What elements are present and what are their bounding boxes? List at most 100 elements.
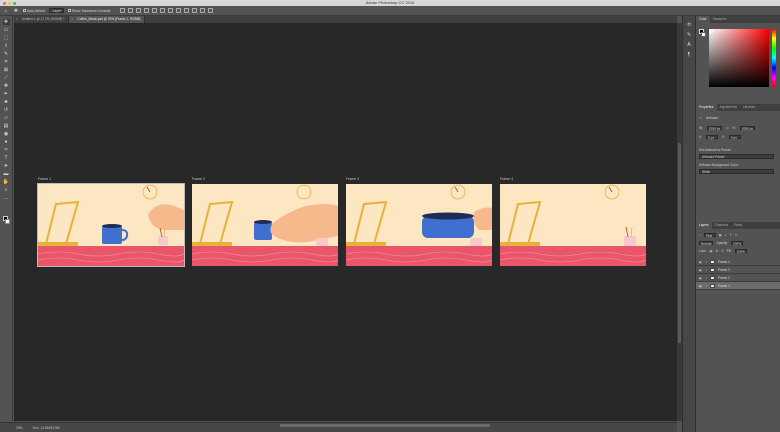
align-top-icon[interactable]	[120, 8, 126, 13]
lock-pixels-icon[interactable]: ▦	[710, 249, 713, 253]
layer-row[interactable]: ◉ › Frame 3	[696, 266, 780, 274]
horizontal-scrollbar[interactable]	[280, 424, 490, 427]
align-right-icon[interactable]	[160, 8, 166, 13]
auto-select-checkbox[interactable]: Auto-Select:	[23, 9, 45, 13]
shape-tool-icon[interactable]: ▬	[3, 171, 10, 177]
layer-row[interactable]: ◉ › Frame 2	[696, 274, 780, 282]
layer-row[interactable]: ◉ › Frame 4	[696, 258, 780, 266]
background-color-chip[interactable]	[701, 32, 706, 37]
artboard-frame-3[interactable]	[346, 184, 492, 266]
visibility-eye-icon[interactable]: ◉	[699, 260, 703, 264]
frame-label[interactable]: Frame 3	[346, 177, 359, 181]
search-icon[interactable]: ⌕	[699, 233, 701, 237]
path-select-tool-icon[interactable]: ➤	[3, 163, 10, 169]
background-color-swatch[interactable]	[5, 219, 10, 224]
visibility-eye-icon[interactable]: ◉	[699, 268, 703, 272]
expand-chevron-icon[interactable]: ›	[706, 268, 707, 272]
link-icon[interactable]: ∞	[726, 126, 728, 130]
move-tool-icon[interactable]: ✥	[13, 8, 19, 14]
opacity-field[interactable]: 100%	[730, 241, 744, 246]
close-tab-icon[interactable]: ×	[16, 16, 18, 23]
3d-mode-icon[interactable]	[200, 8, 206, 13]
show-transform-checkbox[interactable]: Show Transform Controls	[67, 9, 110, 13]
frame-label[interactable]: Frame 2	[192, 177, 205, 181]
more-tools-icon[interactable]: …	[3, 195, 10, 201]
frame-tool-icon[interactable]: ⊠	[3, 67, 10, 73]
marquee-tool-icon[interactable]: ⬚	[3, 35, 10, 41]
visibility-eye-icon[interactable]: ◉	[699, 276, 703, 280]
artboard-frame-2[interactable]	[192, 184, 338, 266]
checkbox-box[interactable]	[23, 9, 26, 12]
color-picker-cursor[interactable]	[710, 30, 713, 33]
clone-stamp-tool-icon[interactable]: ♣	[3, 99, 10, 105]
home-icon[interactable]: ⌂	[3, 8, 9, 14]
align-middle-icon[interactable]	[128, 8, 134, 13]
tab-properties[interactable]: Properties	[696, 104, 717, 111]
tab-color[interactable]: Color	[696, 16, 710, 23]
crop-tool-icon[interactable]: ⌗	[3, 59, 10, 65]
layer-name[interactable]: Frame 3	[718, 268, 730, 272]
y-field[interactable]: 0 px	[728, 135, 741, 140]
history-panel-icon[interactable]: ⟲	[686, 22, 693, 28]
dodge-tool-icon[interactable]: ●	[3, 139, 10, 145]
hue-slider[interactable]	[772, 29, 776, 87]
blur-tool-icon[interactable]: ◉	[3, 131, 10, 137]
brush-tool-icon[interactable]: ✒	[3, 91, 10, 97]
expand-chevron-icon[interactable]: ›	[706, 276, 707, 280]
layer-name[interactable]: Frame 2	[718, 276, 730, 280]
distribute-horizontal-icon[interactable]	[176, 8, 182, 13]
minimize-window-button[interactable]	[8, 1, 11, 5]
tab-channels[interactable]: Channels	[712, 222, 731, 229]
layer-name[interactable]: Frame 4	[718, 260, 730, 264]
close-tab-icon[interactable]: ×	[71, 16, 73, 23]
blend-mode-dropdown[interactable]: Normal	[699, 241, 714, 246]
artboard-frame-1[interactable]	[37, 183, 185, 267]
doc-size[interactable]: Doc: 14.8M/93.9M	[33, 426, 60, 430]
tab-adjustments[interactable]: Adjustments	[717, 104, 741, 111]
tab-swatches[interactable]: Swatches	[710, 16, 730, 23]
quick-select-tool-icon[interactable]: ✎	[3, 51, 10, 57]
auto-align-icon[interactable]	[192, 8, 198, 13]
gradient-tool-icon[interactable]: ▤	[3, 123, 10, 129]
frame-label[interactable]: Frame 1	[38, 177, 51, 181]
close-window-button[interactable]	[3, 1, 6, 5]
pen-tool-icon[interactable]: ✑	[3, 147, 10, 153]
width-field[interactable]: 1920 px	[706, 126, 723, 131]
visibility-eye-icon[interactable]: ◉	[699, 284, 703, 288]
tab-coffee-break[interactable]: × Coffee_Break.psd @ 25% (Frame 1, RGB/8…	[69, 16, 146, 23]
eyedropper-tool-icon[interactable]: ⟋	[3, 75, 10, 81]
tab-layers[interactable]: Layers	[696, 222, 712, 229]
hand-tool-icon[interactable]: ✋	[3, 179, 10, 185]
tab-libraries[interactable]: Libraries	[740, 104, 758, 111]
tab-untitled[interactable]: × Untitled-1 @ 17.2% (RGB/8) *	[14, 16, 70, 23]
brush-settings-icon[interactable]: ✎	[686, 32, 693, 38]
filter-type-icon[interactable]: T	[730, 233, 732, 237]
scroll-thumb[interactable]	[678, 143, 681, 343]
zoom-window-button[interactable]	[13, 1, 16, 5]
lock-position-icon[interactable]: ✥	[716, 249, 719, 253]
zoom-level[interactable]: 25%	[16, 426, 23, 430]
bg-color-dropdown[interactable]: White	[699, 169, 774, 174]
character-panel-icon[interactable]: A	[686, 42, 693, 48]
layer-row[interactable]: ◉ › Frame 1	[696, 282, 780, 290]
artboard-frame-4[interactable]	[500, 184, 646, 266]
expand-chevron-icon[interactable]: ›	[706, 260, 707, 264]
fill-field[interactable]: 100%	[734, 249, 747, 254]
align-left-icon[interactable]	[144, 8, 150, 13]
tab-paths[interactable]: Paths	[731, 222, 745, 229]
move-tool-icon[interactable]: ✥	[2, 19, 10, 25]
filter-pixel-icon[interactable]: ▣	[719, 233, 722, 237]
type-tool-icon[interactable]: T	[3, 155, 10, 161]
align-bottom-icon[interactable]	[136, 8, 142, 13]
lasso-tool-icon[interactable]: ℓ	[3, 43, 10, 49]
lock-all-icon[interactable]: ⚿	[721, 249, 723, 253]
frame-label[interactable]: Frame 4	[500, 177, 513, 181]
x-field[interactable]: 0 px	[706, 135, 719, 140]
distribute-vertical-icon[interactable]	[184, 8, 190, 13]
color-field[interactable]	[709, 29, 769, 87]
auto-select-target-dropdown[interactable]: Layer	[49, 8, 64, 13]
artboard-tool-icon[interactable]: ▭	[3, 27, 10, 33]
filter-shape-icon[interactable]: ▭	[735, 233, 738, 237]
history-brush-tool-icon[interactable]: ↺	[3, 107, 10, 113]
zoom-tool-icon[interactable]: ⌕	[3, 187, 10, 193]
